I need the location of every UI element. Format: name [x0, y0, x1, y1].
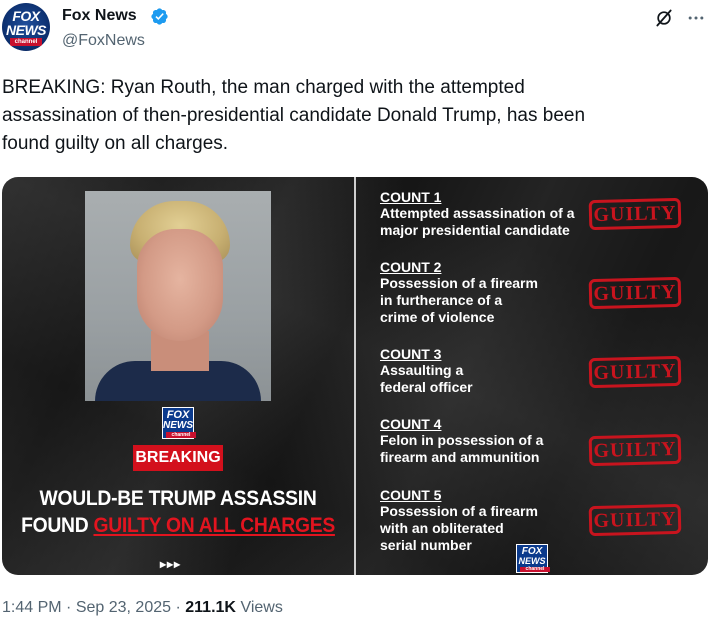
count-4-guilty-stamp: GUILTY	[588, 433, 682, 467]
more-options-icon[interactable]	[686, 8, 706, 28]
grok-icon[interactable]	[654, 8, 674, 28]
small-logo-channel-text: channel	[520, 567, 550, 572]
meta-separator: ·	[175, 599, 181, 616]
tweet-header: FOX NEWS channel Fox News @FoxNews	[0, 0, 719, 60]
count-4-description: Felon in possession of a firearm and amm…	[380, 432, 544, 465]
count-4-title: COUNT 4	[380, 416, 442, 432]
tweet-meta: 1:44 PM · Sep 23, 2025 · 211.1K Views	[2, 598, 283, 618]
count-3-guilty-stamp: GUILTY	[588, 355, 682, 389]
breaking-badge: BREAKING	[133, 445, 223, 471]
meta-separator: ·	[66, 599, 72, 616]
logo-channel-text: channel	[166, 432, 196, 438]
headline-line-2: FOUND GUILTY ON ALL CHARGES	[16, 513, 340, 539]
views-count: 211.1K	[185, 599, 236, 616]
count-2-guilty-stamp: GUILTY	[588, 276, 682, 310]
tweet-image[interactable]: FOX NEWS channel BREAKING WOULD-BE TRUMP…	[2, 177, 708, 575]
count-5-title: COUNT 5	[380, 487, 442, 503]
avatar-logo-fox: FOX	[12, 8, 40, 24]
small-logo-news-text: NEWS	[518, 556, 546, 566]
count-3-title: COUNT 3	[380, 346, 442, 362]
headline-highlight: GUILTY ON ALL CHARGES	[93, 514, 335, 537]
verified-badge-icon	[151, 8, 168, 25]
count-1-title: COUNT 1	[380, 189, 442, 205]
account-handle[interactable]: @FoxNews	[62, 31, 145, 51]
count-5-description: Possession of a firearm with an oblitera…	[380, 503, 538, 553]
tweet-time[interactable]: 1:44 PM	[2, 599, 62, 616]
avatar[interactable]: FOX NEWS channel	[2, 3, 50, 51]
count-1-description: Attempted assassination of a major presi…	[380, 205, 575, 238]
headline-line-1: WOULD-BE TRUMP ASSASSIN	[39, 487, 317, 510]
count-5-guilty-stamp: GUILTY	[588, 503, 682, 537]
display-name[interactable]: Fox News	[62, 6, 137, 26]
count-2-description: Possession of a firearm in furtherance o…	[380, 275, 538, 325]
mugshot-photo	[85, 191, 271, 401]
headline-prefix: FOUND	[21, 514, 89, 537]
tweet-date[interactable]: Sep 23, 2025	[76, 599, 171, 616]
count-1-guilty-stamp: GUILTY	[588, 197, 682, 231]
tweet-text: BREAKING: Ryan Routh, the man charged wi…	[2, 77, 586, 154]
avatar-logo-channel: channel	[10, 38, 42, 46]
views-label: Views	[240, 599, 283, 616]
fox-news-logo-small: FOX NEWS channel	[516, 544, 550, 573]
arrows-icon: ▸▸▸	[160, 557, 182, 571]
logo-news-text: NEWS	[163, 420, 193, 431]
fox-news-logo: FOX NEWS channel	[162, 407, 196, 439]
avatar-logo-news: NEWS	[6, 22, 47, 38]
count-3-description: Assaulting a federal officer	[380, 362, 473, 395]
count-2-title: COUNT 2	[380, 259, 442, 275]
panel-divider	[354, 177, 356, 575]
